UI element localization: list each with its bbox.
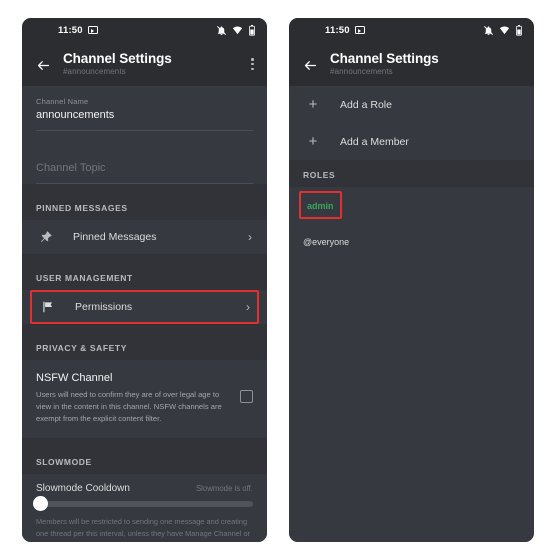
channel-name-label: Channel Name bbox=[36, 97, 89, 106]
app-header: Channel Settings #announcements bbox=[289, 42, 534, 86]
channel-subtitle: #announcements bbox=[63, 67, 126, 76]
role-item-admin[interactable]: admin bbox=[299, 191, 342, 219]
row-label-add-a-member: Add a Member bbox=[340, 135, 409, 148]
plus-icon: + bbox=[308, 133, 318, 150]
chevron-right-icon: › bbox=[248, 230, 252, 244]
app-header-text: Channel Settings #announcements bbox=[330, 49, 439, 76]
section-header-user-management: USER MANAGEMENT bbox=[22, 263, 267, 290]
plus-icon: + bbox=[308, 96, 318, 113]
app-header-text: Channel Settings #announcements bbox=[63, 49, 172, 76]
notifications-muted-icon bbox=[217, 25, 226, 35]
slowmode-label: Slowmode Cooldown bbox=[36, 483, 130, 495]
row-label-permissions: Permissions bbox=[75, 301, 133, 313]
back-arrow-icon bbox=[37, 60, 49, 70]
row-add-a-member[interactable]: + Add a Member bbox=[289, 123, 534, 160]
settings-scroll-area[interactable]: Channel Name announcements Channel Topic… bbox=[22, 86, 267, 542]
nsfw-checkbox[interactable] bbox=[240, 390, 253, 403]
section-header-privacy: PRIVACY & SAFETY bbox=[22, 333, 267, 360]
wifi-icon bbox=[232, 25, 243, 34]
channel-subtitle: #announcements bbox=[330, 67, 393, 76]
wifi-icon bbox=[499, 25, 510, 34]
flag-icon bbox=[37, 300, 59, 314]
dot bbox=[251, 58, 254, 61]
cast-icon bbox=[87, 26, 98, 34]
screenshot-pair: 11:50 Channel Settings #announcements Ch… bbox=[22, 18, 534, 542]
left-phone-screen: 11:50 Channel Settings #announcements Ch… bbox=[22, 18, 267, 542]
status-bar-icons bbox=[216, 18, 256, 42]
battery-icon bbox=[516, 24, 522, 36]
nsfw-text-block: NSFW Channel Users will need to confirm … bbox=[36, 372, 240, 424]
section-header-slowmode: SLOWMODE bbox=[22, 447, 267, 475]
back-arrow-icon bbox=[304, 60, 316, 70]
roles-list: admin @everyone bbox=[289, 187, 534, 259]
slowmode-description: Members will be restricted to sending on… bbox=[22, 507, 267, 542]
row-label-add-a-role: Add a Role bbox=[340, 98, 392, 111]
status-bar-icons bbox=[483, 18, 523, 42]
section-header-roles: ROLES bbox=[289, 160, 534, 187]
section-spacer bbox=[22, 324, 267, 333]
nsfw-title: NSFW Channel bbox=[36, 372, 113, 384]
slowmode-cooldown-row: Slowmode Cooldown Slowmode is off. bbox=[22, 474, 267, 495]
section-spacer bbox=[22, 438, 267, 448]
dot bbox=[251, 67, 254, 71]
overflow-menu-icon[interactable] bbox=[251, 58, 254, 71]
slowmode-slider[interactable] bbox=[22, 494, 267, 512]
channel-topic-input[interactable]: Channel Topic bbox=[36, 142, 253, 183]
status-bar: 11:50 bbox=[289, 18, 534, 42]
battery-icon bbox=[249, 24, 255, 36]
row-label-pinned-messages: Pinned Messages bbox=[73, 231, 157, 243]
nsfw-channel-setting[interactable]: NSFW Channel Users will need to confirm … bbox=[22, 360, 267, 439]
section-header-pinned: PINNED MESSAGES bbox=[22, 193, 267, 220]
row-add-a-role[interactable]: + Add a Role bbox=[289, 86, 534, 123]
back-button[interactable] bbox=[32, 54, 54, 76]
role-label: @everyone bbox=[303, 237, 350, 247]
app-header: Channel Settings #announcements bbox=[22, 42, 267, 86]
slider-track[interactable] bbox=[36, 501, 253, 508]
slowmode-status: Slowmode is off. bbox=[195, 484, 253, 494]
channel-name-input[interactable]: announcements bbox=[36, 106, 253, 130]
notifications-muted-icon bbox=[484, 25, 493, 35]
page-title: Channel Settings bbox=[330, 51, 439, 66]
section-spacer bbox=[22, 184, 267, 193]
nsfw-description: Users will need to confirm they are of o… bbox=[36, 390, 222, 423]
back-button[interactable] bbox=[299, 54, 321, 76]
status-bar-clock: 11:50 bbox=[58, 24, 83, 36]
permissions-scroll-area[interactable]: + Add a Role + Add a Member ROLES admin … bbox=[289, 86, 534, 542]
page-title: Channel Settings bbox=[63, 51, 172, 66]
channel-topic-field[interactable]: Channel Topic bbox=[36, 131, 253, 184]
status-bar: 11:50 bbox=[22, 18, 267, 42]
section-spacer bbox=[22, 254, 267, 263]
status-bar-clock: 11:50 bbox=[325, 24, 350, 36]
role-label: admin bbox=[307, 201, 334, 211]
right-phone-screen: 11:50 Channel Settings #announcements + … bbox=[289, 18, 534, 542]
role-item-everyone[interactable]: @everyone bbox=[289, 223, 534, 259]
cast-icon bbox=[354, 26, 365, 34]
chevron-right-icon: › bbox=[246, 300, 250, 314]
channel-fields: Channel Name announcements Channel Topic bbox=[22, 86, 267, 184]
row-permissions[interactable]: Permissions › bbox=[30, 290, 259, 324]
channel-name-field[interactable]: Channel Name announcements bbox=[36, 86, 253, 131]
row-pinned-messages[interactable]: Pinned Messages › bbox=[22, 220, 267, 254]
pin-icon bbox=[35, 230, 57, 244]
dot bbox=[251, 62, 254, 66]
